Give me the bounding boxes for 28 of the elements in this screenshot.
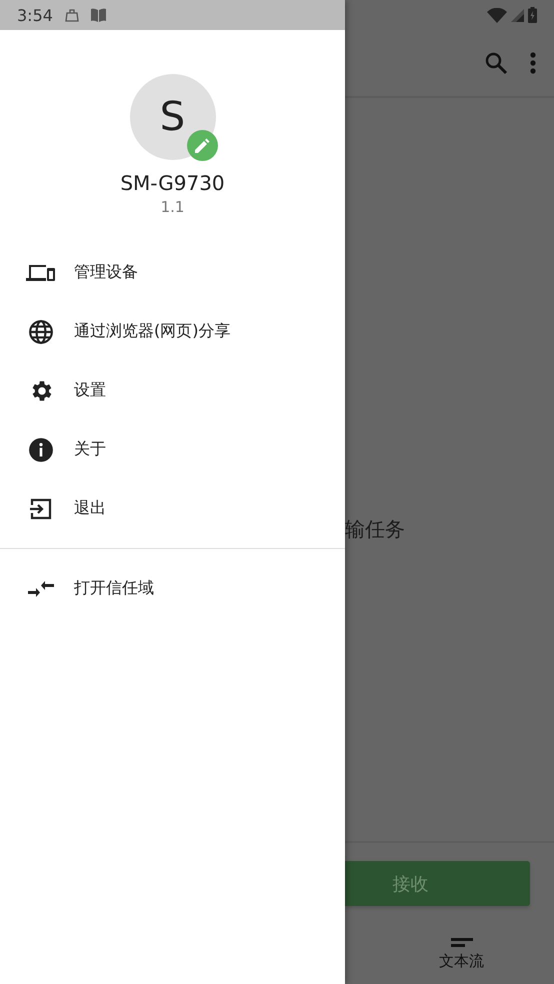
pencil-icon (194, 138, 210, 154)
menu-item[interactable]: 关于 (0, 420, 345, 479)
search-button[interactable] (484, 51, 508, 75)
menu-item[interactable]: 打开信任域 (0, 559, 345, 618)
text-lines-icon (450, 938, 473, 948)
avatar[interactable]: S (130, 74, 216, 160)
bag-icon (64, 8, 79, 22)
menu-item[interactable]: 管理设备 (0, 243, 345, 302)
wifi-icon (487, 8, 507, 22)
more-icon (530, 52, 536, 74)
devices-icon (26, 262, 56, 282)
edit-button[interactable] (186, 130, 218, 161)
exit-icon (29, 496, 53, 520)
empty-message: 输任务 (345, 516, 405, 543)
more-button[interactable] (530, 52, 536, 74)
arrows-icon (28, 580, 54, 598)
version-label: 1.1 (160, 198, 184, 216)
menu-item[interactable]: 设置 (0, 361, 345, 420)
battery-icon (528, 7, 537, 23)
status-time: 3:54 (17, 6, 53, 24)
device-name: SM-G9730 (120, 171, 225, 195)
globe-icon (28, 318, 54, 344)
info-icon (28, 436, 54, 462)
signal-icon (511, 8, 524, 22)
book-icon (90, 8, 106, 22)
search-icon (484, 51, 508, 75)
menu-item[interactable]: 退出 (0, 479, 345, 538)
menu-item[interactable]: 通过浏览器(网页)分享 (0, 302, 345, 361)
